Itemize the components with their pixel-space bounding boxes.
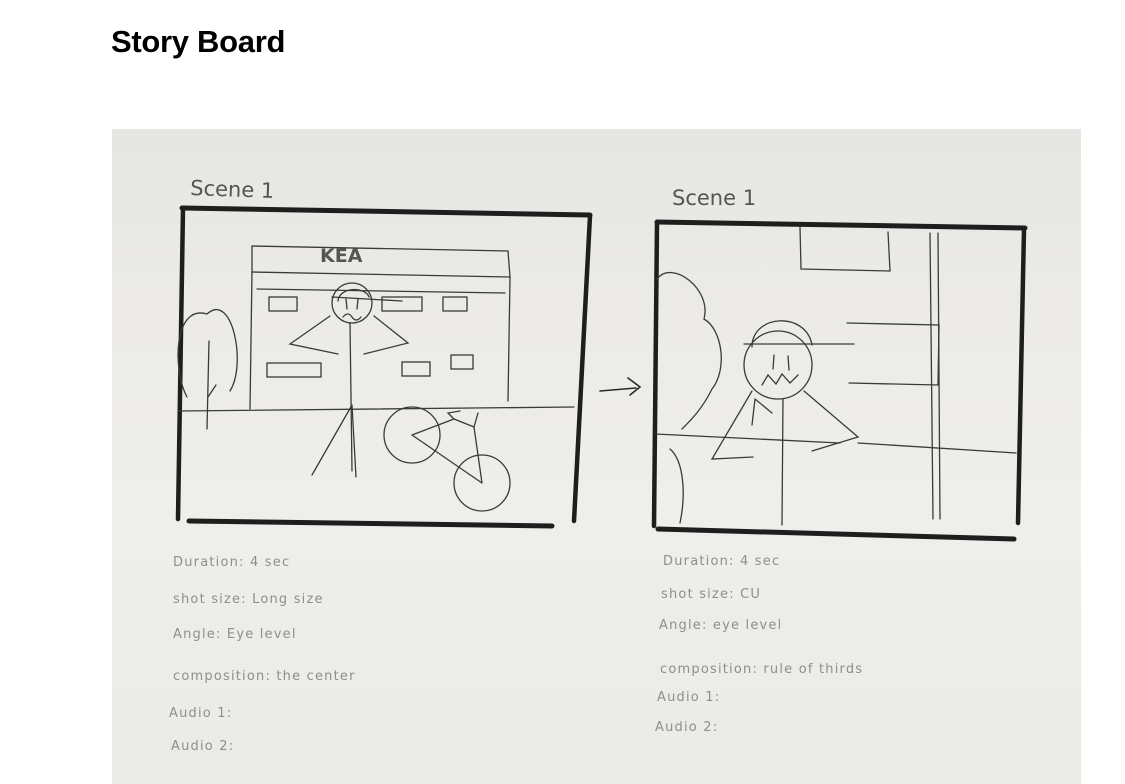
panel-1-frame	[175, 205, 593, 529]
storyboard-panel-1: Scene 1 KEA Duration: 4 sec shot size: L…	[169, 176, 593, 754]
panel-1-scene-label: Scene 1	[190, 176, 275, 203]
panel-1-note-composition: composition: the center	[173, 669, 356, 684]
panel-1-note-angle: Angle: Eye level	[173, 627, 297, 642]
storyboard-photo: Scene 1 KEA Duration: 4 sec shot size: L…	[112, 129, 1081, 784]
panel-1-note-audio-2: Audio 2:	[171, 739, 234, 754]
panel-1-drawing	[177, 245, 575, 512]
panel-2-drawing	[654, 226, 1017, 526]
panel-1-note-shot-size: shot size: Long size	[173, 592, 324, 607]
panel-2-note-audio-2: Audio 2:	[655, 720, 718, 735]
storyboard-panel-2: Scene 1 Duration: 4 sec shot size: CU An…	[651, 186, 1028, 735]
panel-2-note-composition: composition: rule of thirds	[660, 662, 863, 677]
panel-2-scene-label: Scene 1	[672, 186, 756, 210]
panel-2-notes: Duration: 4 sec shot size: CU Angle: eye…	[655, 554, 863, 735]
panel-1-note-audio-1: Audio 1:	[169, 706, 232, 721]
panel-2-note-audio-1: Audio 1:	[657, 690, 720, 705]
panel-1-note-duration: Duration: 4 sec	[173, 555, 290, 570]
panel-2-note-duration: Duration: 4 sec	[663, 554, 780, 569]
storyboard-sketch: Scene 1 KEA Duration: 4 sec shot size: L…	[169, 176, 1028, 754]
panel-1-building-sign: KEA	[320, 245, 363, 267]
panel-2-note-angle: Angle: eye level	[659, 618, 782, 633]
panel-2-note-shot-size: shot size: CU	[661, 587, 761, 602]
panel-1-notes: Duration: 4 sec shot size: Long size Ang…	[169, 555, 356, 754]
transition-arrow-icon	[599, 377, 642, 396]
document-title: Story Board	[111, 24, 286, 59]
